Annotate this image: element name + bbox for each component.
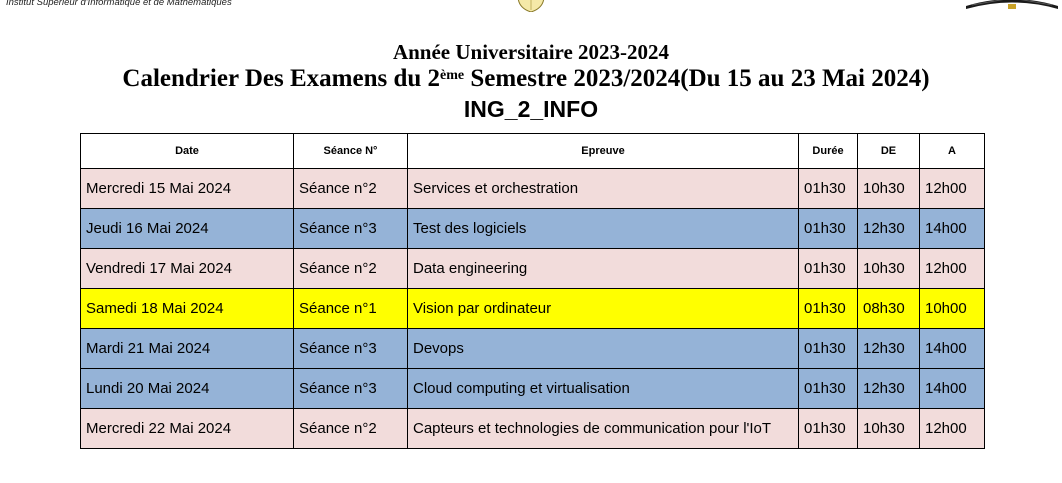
calendar-title-superscript: ème xyxy=(440,68,465,83)
end-time-cell: 12h00 xyxy=(919,168,985,209)
end-time-cell: 12h00 xyxy=(919,248,985,289)
end-time-cell: 10h00 xyxy=(919,288,985,329)
epreuve-cell: Data engineering xyxy=(407,248,799,289)
table-row: Jeudi 16 Mai 2024 Séance n°3 Test des lo… xyxy=(80,208,985,249)
column-header-duree: Durée xyxy=(798,133,858,169)
column-header-de: DE xyxy=(857,133,920,169)
end-time-cell: 14h00 xyxy=(919,208,985,249)
epreuve-cell: Services et orchestration xyxy=(407,168,799,209)
date-cell: Jeudi 16 Mai 2024 xyxy=(80,208,294,249)
seance-cell: Séance n°2 xyxy=(293,408,408,449)
calendar-title-prefix: Calendrier Des Examens du 2 xyxy=(122,65,441,92)
seance-cell: Séance n°3 xyxy=(293,328,408,369)
duree-cell: 01h30 xyxy=(798,368,858,409)
end-time-cell: 12h00 xyxy=(919,408,985,449)
date-cell: Mardi 21 Mai 2024 xyxy=(80,328,294,369)
calendar-title-suffix: Semestre 2023/2024(Du 15 au 23 Mai 2024) xyxy=(464,65,930,92)
start-time-cell: 10h30 xyxy=(857,168,920,209)
start-time-cell: 08h30 xyxy=(857,288,920,329)
exam-calendar-title: Calendrier Des Examens du 2ème Semestre … xyxy=(0,64,1062,94)
seance-cell: Séance n°2 xyxy=(293,248,408,289)
seance-cell: Séance n°3 xyxy=(293,208,408,249)
duree-cell: 01h30 xyxy=(798,168,858,209)
epreuve-cell: Capteurs et technologies de communicatio… xyxy=(407,408,799,449)
exam-schedule-table: Date Séance N° Epreuve Durée DE A Mercre… xyxy=(80,133,985,449)
duree-cell: 01h30 xyxy=(798,208,858,249)
table-row: Mercredi 15 Mai 2024 Séance n°2 Services… xyxy=(80,168,985,209)
title-block: Année Universitaire 2023-2024 Calendrier… xyxy=(0,40,1062,122)
program-title: ING_2_INFO xyxy=(463,96,599,122)
institute-name: Institut Supérieur d'Informatique et de … xyxy=(6,0,232,8)
seance-cell: Séance n°3 xyxy=(293,368,408,409)
table-row: Mardi 21 Mai 2024 Séance n°3 Devops 01h3… xyxy=(80,328,985,369)
academic-year-title: Année Universitaire 2023-2024 xyxy=(392,40,670,64)
table-row: Lundi 20 Mai 2024 Séance n°3 Cloud compu… xyxy=(80,368,985,409)
table-row: Samedi 18 Mai 2024 Séance n°1 Vision par… xyxy=(80,288,985,329)
duree-cell: 01h30 xyxy=(798,408,858,449)
column-header-a: A xyxy=(919,133,985,169)
date-cell: Lundi 20 Mai 2024 xyxy=(80,368,294,409)
start-time-cell: 12h30 xyxy=(857,368,920,409)
epreuve-cell: Test des logiciels xyxy=(407,208,799,249)
epreuve-cell: Vision par ordinateur xyxy=(407,288,799,329)
end-time-cell: 14h00 xyxy=(919,368,985,409)
university-book-logo xyxy=(966,0,1058,9)
duree-cell: 01h30 xyxy=(798,288,858,329)
epreuve-cell: Cloud computing et virtualisation xyxy=(407,368,799,409)
start-time-cell: 12h30 xyxy=(857,208,920,249)
date-cell: Mercredi 15 Mai 2024 xyxy=(80,168,294,209)
start-time-cell: 10h30 xyxy=(857,408,920,449)
column-header-seance: Séance N° xyxy=(293,133,408,169)
table-row: Mercredi 22 Mai 2024 Séance n°2 Capteurs… xyxy=(80,408,985,449)
date-cell: Mercredi 22 Mai 2024 xyxy=(80,408,294,449)
table-header-row: Date Séance N° Epreuve Durée DE A xyxy=(80,133,985,169)
table-row: Vendredi 17 Mai 2024 Séance n°2 Data eng… xyxy=(80,248,985,289)
epreuve-cell: Devops xyxy=(407,328,799,369)
column-header-epreuve: Epreuve xyxy=(407,133,799,169)
start-time-cell: 10h30 xyxy=(857,248,920,289)
date-cell: Vendredi 17 Mai 2024 xyxy=(80,248,294,289)
start-time-cell: 12h30 xyxy=(857,328,920,369)
institute-crest-logo xyxy=(517,0,545,12)
column-header-date: Date xyxy=(80,133,294,169)
end-time-cell: 14h00 xyxy=(919,328,985,369)
seance-cell: Séance n°2 xyxy=(293,168,408,209)
duree-cell: 01h30 xyxy=(798,328,858,369)
duree-cell: 01h30 xyxy=(798,248,858,289)
seance-cell: Séance n°1 xyxy=(293,288,408,329)
date-cell: Samedi 18 Mai 2024 xyxy=(80,288,294,329)
